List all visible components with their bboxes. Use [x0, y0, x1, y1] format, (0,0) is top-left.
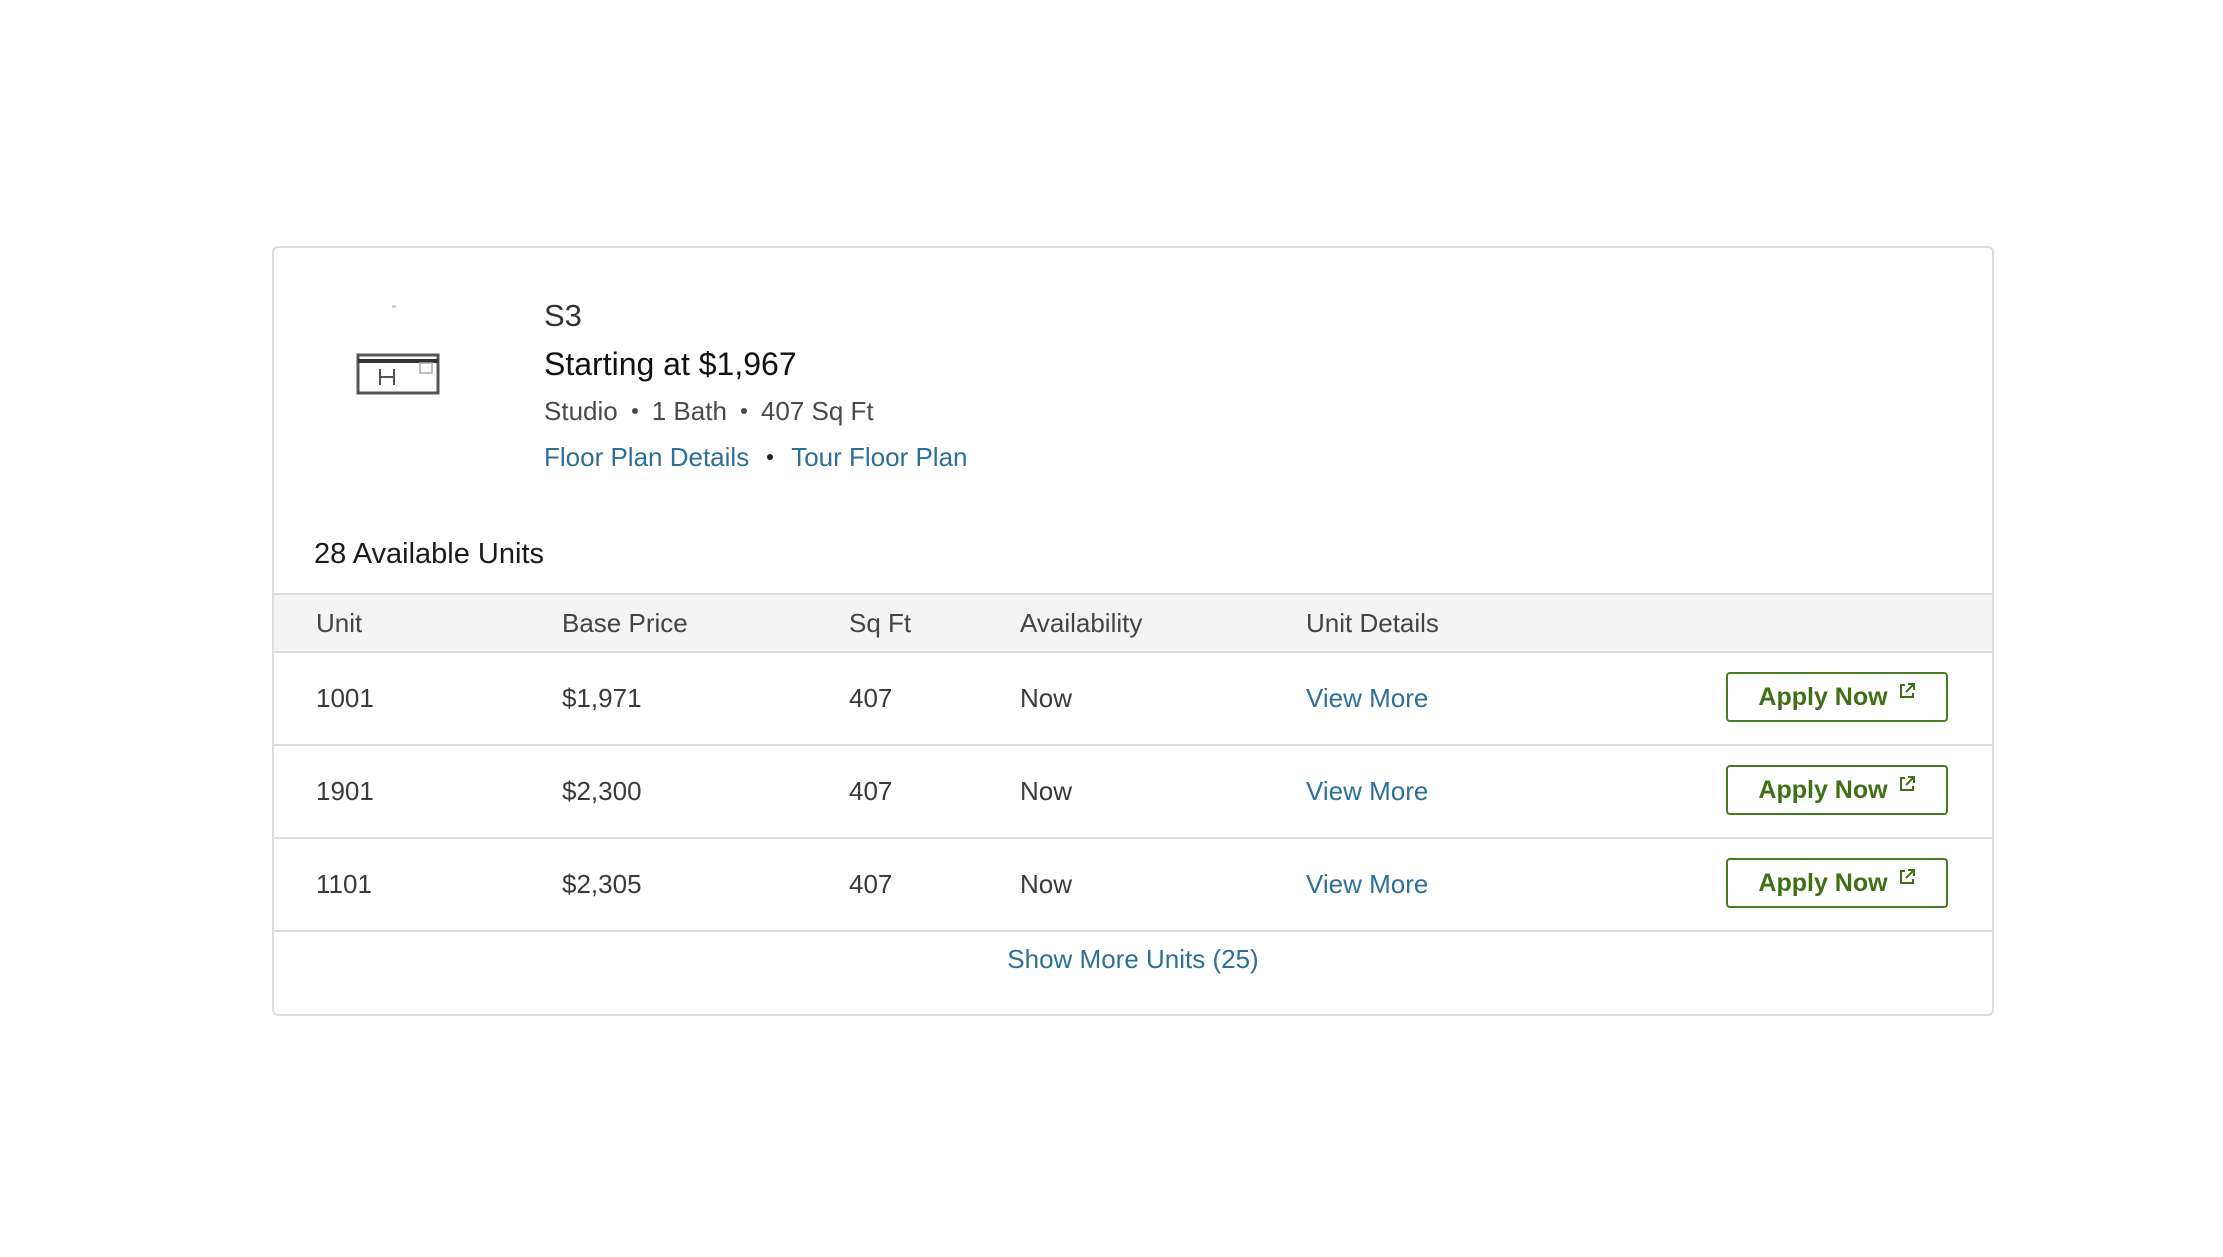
- units-table: Unit Base Price Sq Ft Availability Unit …: [274, 593, 1992, 932]
- apply-now-button[interactable]: Apply Now: [1726, 858, 1948, 908]
- view-more-link[interactable]: View More: [1306, 683, 1428, 714]
- bullet-separator: [767, 454, 774, 460]
- external-link-icon: [1899, 869, 1915, 884]
- apply-now-label: Apply Now: [1758, 868, 1888, 897]
- view-more-link[interactable]: View More: [1306, 869, 1428, 900]
- plan-name: S3: [544, 298, 582, 333]
- unit-base-price: $1,971: [562, 683, 642, 713]
- plan-info: S3 Starting at $1,967 Studio 1 Bath 407 …: [544, 292, 968, 480]
- apply-now-label: Apply Now: [1758, 682, 1888, 711]
- column-header-availability: Availability: [1020, 607, 1143, 638]
- unit-sq-ft: 407: [849, 776, 893, 806]
- apply-now-button[interactable]: Apply Now: [1726, 672, 1948, 722]
- floor-plan-thumbnail[interactable]: [354, 303, 514, 443]
- external-link-icon: [1899, 683, 1915, 698]
- available-units-count: 28 Available Units: [314, 538, 545, 570]
- table-row: 1901 $2,300 407 Now View More Apply Now: [274, 746, 1992, 839]
- column-header-sq-ft: Sq Ft: [849, 607, 912, 638]
- unit-base-price: $2,300: [562, 776, 642, 806]
- floor-plan-details-link[interactable]: Floor Plan Details: [544, 434, 749, 480]
- unit-availability: Now: [1020, 776, 1073, 806]
- plan-starting-price: Starting at $1,967: [544, 346, 797, 382]
- show-more-units: Show More Units (25): [274, 936, 1992, 982]
- units-table-header: Unit Base Price Sq Ft Availability Unit …: [274, 593, 1992, 653]
- column-header-unit: Unit: [316, 607, 363, 638]
- unit-base-price: $2,305: [562, 869, 642, 899]
- bullet-separator: [740, 408, 747, 414]
- unit-number: 1001: [316, 683, 374, 713]
- plan-specs: Studio 1 Bath 407 Sq Ft: [544, 388, 968, 434]
- bullet-separator: [631, 408, 638, 414]
- external-link-icon: [1899, 776, 1915, 791]
- unit-availability: Now: [1020, 869, 1073, 899]
- unit-sq-ft: 407: [849, 683, 893, 713]
- plan-links: Floor Plan Details Tour Floor Plan: [544, 434, 968, 480]
- plan-bed-type: Studio: [544, 396, 618, 426]
- unit-number: 1101: [316, 869, 372, 899]
- unit-sq-ft: 407: [849, 869, 893, 899]
- table-row: 1001 $1,971 407 Now View More Apply Now: [274, 653, 1992, 746]
- show-more-units-link[interactable]: Show More Units (25): [1007, 944, 1258, 974]
- floor-plan-icon: [356, 305, 440, 395]
- column-header-base-price: Base Price: [562, 607, 688, 638]
- tour-floor-plan-link[interactable]: Tour Floor Plan: [791, 434, 967, 480]
- unit-availability: Now: [1020, 683, 1073, 713]
- plan-baths: 1 Bath: [651, 396, 727, 426]
- view-more-link[interactable]: View More: [1306, 776, 1428, 807]
- column-header-unit-details: Unit Details: [1306, 607, 1439, 638]
- apply-now-button[interactable]: Apply Now: [1726, 765, 1948, 815]
- unit-number: 1901: [316, 776, 374, 806]
- plan-sqft: 407 Sq Ft: [760, 396, 874, 426]
- floor-plan-card: S3 Starting at $1,967 Studio 1 Bath 407 …: [272, 246, 1994, 1016]
- table-row: 1101 $2,305 407 Now View More Apply Now: [274, 839, 1992, 932]
- apply-now-label: Apply Now: [1758, 775, 1888, 804]
